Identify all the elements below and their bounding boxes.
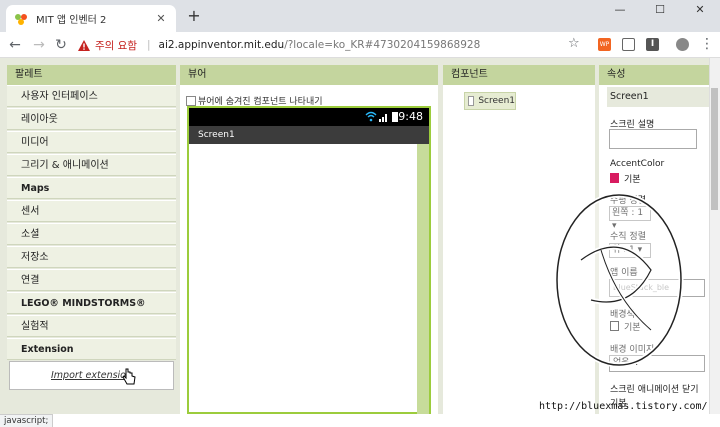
palette-header: 팔레트 xyxy=(7,65,176,85)
warning-triangle-icon xyxy=(78,39,90,51)
status-bar-link: javascript; xyxy=(0,414,54,427)
close-window-button[interactable]: ✕ xyxy=(680,3,720,21)
palette-category-item[interactable]: 실험적 xyxy=(7,315,176,337)
tab-close-icon[interactable]: ✕ xyxy=(154,12,168,25)
properties-component-name: Screen1 xyxy=(607,87,718,107)
minimize-button[interactable]: — xyxy=(600,3,640,21)
properties-header: 속성 xyxy=(599,65,714,85)
palette-category-item[interactable]: 연결 xyxy=(7,269,176,291)
hand-cursor-icon xyxy=(122,368,136,385)
close-animation-label: 스크린 애니메이션 닫기 xyxy=(610,385,699,395)
profile-avatar[interactable] xyxy=(676,38,689,51)
palette-category-item[interactable]: 센서 xyxy=(7,200,176,222)
palette-category-item[interactable]: Extension xyxy=(7,338,176,360)
browser-tabstrip: MIT 앱 인벤터 2 ✕ + — ☐ ✕ xyxy=(0,0,720,32)
tab-title: MIT 앱 인벤터 2 xyxy=(36,15,107,26)
extension-i-icon[interactable]: I xyxy=(646,38,659,51)
accent-color-label: AccentColor xyxy=(610,159,665,169)
phone-clock: 9:48 xyxy=(398,110,423,123)
browser-toolbar: ← → ↻ 주의 요함 | ai2.appinventor.mit.edu /?… xyxy=(0,32,720,58)
components-header: 컴포넌트 xyxy=(443,65,595,85)
phone-scrollbar[interactable] xyxy=(417,144,429,414)
browser-menu-icon[interactable]: ⋮ xyxy=(700,36,714,52)
extension-wp-icon[interactable]: WP xyxy=(598,38,611,51)
forward-arrow-icon[interactable]: → xyxy=(30,36,48,54)
phone-status-bar: 9:48 xyxy=(189,108,429,126)
wifi-signal-battery-icon xyxy=(365,111,398,122)
bookmark-star-icon[interactable]: ☆ xyxy=(568,36,580,51)
palette-category-item[interactable]: 그리기 & 애니메이션 xyxy=(7,154,176,176)
app-inventor-favicon-icon xyxy=(15,13,27,25)
palette-category-item[interactable]: 저장소 xyxy=(7,246,176,268)
extension-cast-icon[interactable] xyxy=(622,38,635,51)
component-tree-screen1[interactable]: Screen1 xyxy=(464,92,516,110)
accent-color-swatch[interactable] xyxy=(610,173,619,183)
viewer-header: 뷰어 xyxy=(180,65,438,85)
palette-category-item[interactable]: LEGO® MINDSTORMS® xyxy=(7,292,176,314)
component-name: Screen1 xyxy=(478,96,515,106)
screen-description-textarea[interactable] xyxy=(609,129,697,149)
palette-category-item[interactable]: Maps xyxy=(7,177,176,199)
blog-watermark-logo xyxy=(554,192,684,368)
security-warning-label[interactable]: 주의 요함 xyxy=(95,38,137,53)
new-tab-button[interactable]: + xyxy=(184,7,204,27)
maximize-button[interactable]: ☐ xyxy=(640,3,680,21)
url-host: ai2.appinventor.mit.edu xyxy=(158,39,285,51)
palette-category-item[interactable]: 소셜 xyxy=(7,223,176,245)
palette-category-item[interactable]: 사용자 인터페이스 xyxy=(7,85,176,107)
screen-doc-icon xyxy=(468,96,475,106)
browser-tab[interactable]: MIT 앱 인벤터 2 ✕ xyxy=(6,5,176,32)
watermark-url: http://bluexmas.tistory.com/ xyxy=(539,401,708,412)
address-bar[interactable]: 주의 요함 | ai2.appinventor.mit.edu /?locale… xyxy=(78,35,590,55)
url-path: /?locale=ko_KR#4730204159868928 xyxy=(284,39,481,51)
import-extension-link[interactable]: Import extension xyxy=(9,361,174,390)
screen-title-bar: Screen1 xyxy=(189,126,429,144)
palette-category-item[interactable]: 레이아웃 xyxy=(7,108,176,130)
reload-icon[interactable]: ↻ xyxy=(52,36,70,54)
vertical-scroll-thumb[interactable] xyxy=(711,88,718,210)
checkbox-box[interactable] xyxy=(186,95,196,106)
phone-preview: 9:48 Screen1 xyxy=(187,106,431,414)
back-arrow-icon[interactable]: ← xyxy=(6,36,24,54)
palette-category-item[interactable]: 미디어 xyxy=(7,131,176,153)
accent-color-value[interactable]: 기본 xyxy=(624,172,641,185)
url-separator: | xyxy=(146,39,151,51)
